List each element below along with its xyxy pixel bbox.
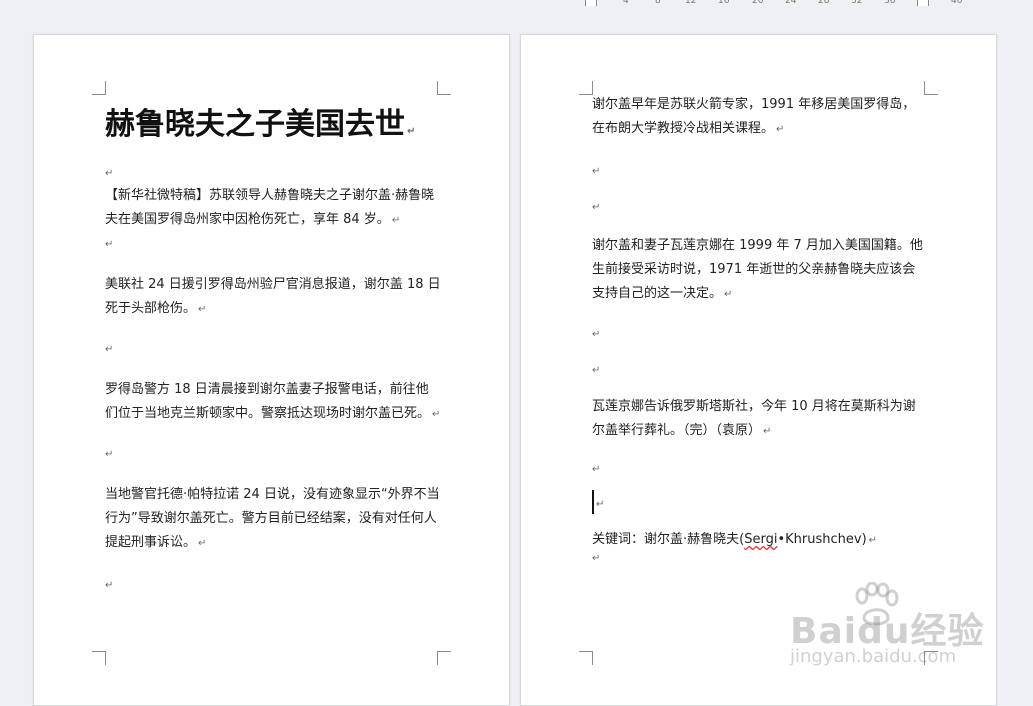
ruler-number: 36	[884, 0, 896, 6]
ruler-number: 32	[851, 0, 863, 6]
ruler-number: 8	[655, 0, 661, 6]
paragraph: 当地警官托德·帕特拉诺 24 日说，没有迹象显示“外界不当行为”导致谢尔盖死亡。…	[105, 487, 440, 550]
empty-paragraph: ↵	[592, 166, 601, 177]
paragraph: 瓦莲京娜告诉俄罗斯塔斯社，今年 10 月将在莫斯科为谢尔盖举行葬礼。（完）（袁原…	[592, 399, 916, 438]
right-indent-marker[interactable]	[917, 0, 929, 6]
left-indent-marker[interactable]	[585, 0, 597, 6]
margin-corner-mark	[437, 81, 451, 95]
ruler-number: 12	[685, 0, 697, 6]
horizontal-ruler[interactable]: 4 8 12 16 20 24 28 32 36 40	[515, 0, 975, 6]
ruler-number: 20	[752, 0, 764, 6]
spellcheck-underlined-word[interactable]: Sergi	[744, 532, 777, 547]
document-page-2[interactable]: 谢尔盖早年是苏联火箭专家，1991 年移居美国罗得岛，在布朗大学教授冷战相关课程…	[520, 34, 997, 706]
paragraph: 罗得岛警方 18 日清晨接到谢尔盖妻子报警电话，前往他们位于当地克兰斯顿家中。警…	[105, 382, 441, 421]
margin-corner-mark	[924, 651, 938, 665]
keywords-line: 关键词：谢尔盖·赫鲁晓夫(Sergi•Khrushchev) ↵	[592, 532, 878, 547]
margin-corner-mark	[437, 651, 451, 665]
empty-paragraph: ↵	[592, 553, 601, 564]
text-cursor	[592, 490, 594, 514]
ruler-number: 16	[718, 0, 730, 6]
empty-paragraph: ↵	[105, 168, 114, 179]
paragraph: 谢尔盖早年是苏联火箭专家，1991 年移居美国罗得岛，在布朗大学教授冷战相关课程…	[592, 97, 916, 136]
margin-corner-mark	[579, 81, 593, 95]
ruler-number: 4	[623, 0, 629, 6]
empty-paragraph: ↵	[592, 202, 601, 213]
cursor-line[interactable]: ↵	[592, 490, 928, 516]
ruler-number: 28	[818, 0, 830, 6]
empty-paragraph: ↵	[592, 329, 601, 340]
empty-paragraph: ↵	[592, 365, 601, 376]
margin-corner-mark	[92, 81, 106, 95]
document-page-1[interactable]: 赫鲁晓夫之子美国去世 ↵ ↵ 【新华社微特稿】苏联领导人赫鲁晓夫之子谢尔盖·赫鲁晓…	[33, 34, 510, 706]
empty-paragraph: ↵	[105, 580, 114, 591]
paragraph-mark: ↵	[407, 126, 416, 137]
empty-paragraph: ↵	[105, 449, 114, 460]
paragraph: 谢尔盖和妻子瓦莲京娜在 1999 年 7 月加入美国国籍。他生前接受采访时说，1…	[592, 238, 923, 301]
empty-paragraph: ↵	[105, 344, 114, 355]
empty-paragraph: ↵	[592, 464, 601, 475]
paragraph: 【新华社微特稿】苏联领导人赫鲁晓夫之子谢尔盖·赫鲁晓夫在美国罗得岛州家中因枪伤死…	[105, 188, 435, 227]
margin-corner-mark	[92, 651, 106, 665]
paragraph: 美联社 24 日援引罗得岛州验尸官消息报道，谢尔盖 18 日死于头部枪伤。 ↵	[105, 277, 441, 316]
margin-corner-mark	[579, 651, 593, 665]
ruler-number: 40	[951, 0, 963, 6]
article-title: 赫鲁晓夫之子美国去世 ↵	[105, 107, 416, 142]
ruler-number: 24	[785, 0, 797, 6]
page-1-text-area[interactable]: 赫鲁晓夫之子美国去世 ↵ ↵ 【新华社微特稿】苏联领导人赫鲁晓夫之子谢尔盖·赫鲁晓…	[105, 105, 441, 592]
empty-paragraph: ↵	[105, 239, 114, 250]
page-2-text-area[interactable]: 谢尔盖早年是苏联火箭专家，1991 年移居美国罗得岛，在布朗大学教授冷战相关课程…	[592, 93, 928, 565]
